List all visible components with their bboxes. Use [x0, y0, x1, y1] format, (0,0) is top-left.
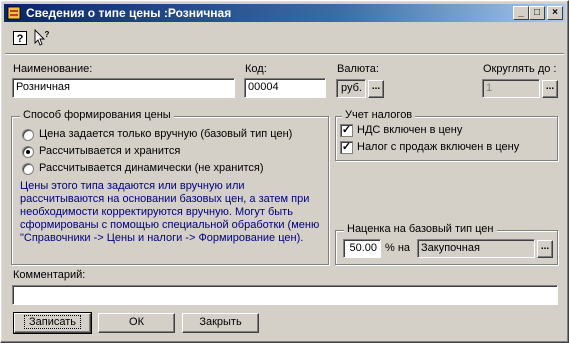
round-select-button[interactable]: ...: [542, 80, 558, 98]
window-title: Сведения о типе цены :Розничная: [26, 6, 232, 20]
dialog-window: Сведения о типе цены :Розничная _ □ × ? …: [0, 0, 569, 343]
round-label: Округлять до :: [483, 63, 557, 75]
toolbar-separator: [5, 53, 564, 55]
currency-label: Валюта:: [337, 63, 379, 75]
pricing-method-title: Способ формирования цены: [20, 109, 174, 121]
comment-field[interactable]: [12, 285, 558, 305]
markup-base-type-field[interactable]: Закупочная: [417, 239, 535, 258]
close-button[interactable]: ×: [547, 6, 563, 20]
maximize-button[interactable]: □: [529, 6, 545, 20]
vat-label[interactable]: НДС включен в цену: [357, 124, 462, 136]
markup-title: Наценка на базовый тип цен: [344, 223, 497, 235]
pricing-method-description: Цены этого типа задаются или вручную или…: [20, 180, 320, 244]
markup-unit-label: % на: [385, 242, 411, 254]
vat-checkbox[interactable]: ✓: [340, 124, 353, 137]
name-field[interactable]: Розничная: [12, 78, 235, 98]
sales-tax-label[interactable]: Налог с продаж включен в цену: [357, 141, 519, 153]
currency-field[interactable]: руб.: [336, 79, 366, 98]
whats-this-button[interactable]: ?: [33, 29, 51, 47]
app-icon: [7, 6, 21, 20]
title-bar[interactable]: Сведения о типе цены :Розничная _ □ ×: [4, 4, 565, 22]
save-button[interactable]: Записать: [13, 312, 92, 334]
whats-this-icon: ?: [34, 29, 50, 46]
radio-calculated-stored-label[interactable]: Рассчитывается и хранится: [39, 145, 180, 157]
ok-button[interactable]: ОК: [98, 313, 175, 333]
svg-text:?: ?: [17, 33, 24, 45]
markup-value-field[interactable]: 50.00: [343, 239, 381, 258]
close-dialog-button[interactable]: Закрыть: [182, 313, 259, 333]
help-button[interactable]: ?: [11, 29, 29, 47]
svg-text:?: ?: [45, 30, 50, 39]
code-label: Код:: [245, 63, 267, 75]
currency-select-button[interactable]: ...: [368, 80, 384, 98]
comment-label: Комментарий:: [13, 269, 86, 281]
markup-group: Наценка на базовый тип цен 50.00 % на За…: [335, 223, 558, 265]
save-button-label: Записать: [23, 315, 81, 329]
help-icon: ?: [13, 31, 27, 45]
radio-manual-label[interactable]: Цена задается только вручную (базовый ти…: [39, 128, 292, 140]
taxes-group: Учет налогов ✓ НДС включен в цену ✓ Нало…: [335, 109, 558, 161]
name-label: Наименование:: [13, 63, 93, 75]
radio-manual[interactable]: [22, 129, 34, 141]
taxes-title: Учет налогов: [342, 109, 416, 121]
radio-calculated-stored[interactable]: [22, 146, 34, 158]
minimize-button[interactable]: _: [513, 6, 529, 20]
code-field[interactable]: 00004: [244, 78, 326, 98]
pricing-method-group: Способ формирования цены Цена задается т…: [11, 109, 329, 265]
markup-base-type-select-button[interactable]: ...: [537, 240, 553, 258]
radio-dynamic[interactable]: [22, 163, 34, 175]
sales-tax-checkbox[interactable]: ✓: [340, 141, 353, 154]
round-field[interactable]: 1: [482, 79, 540, 98]
radio-dynamic-label[interactable]: Рассчитывается динамически (не хранится): [39, 162, 264, 174]
